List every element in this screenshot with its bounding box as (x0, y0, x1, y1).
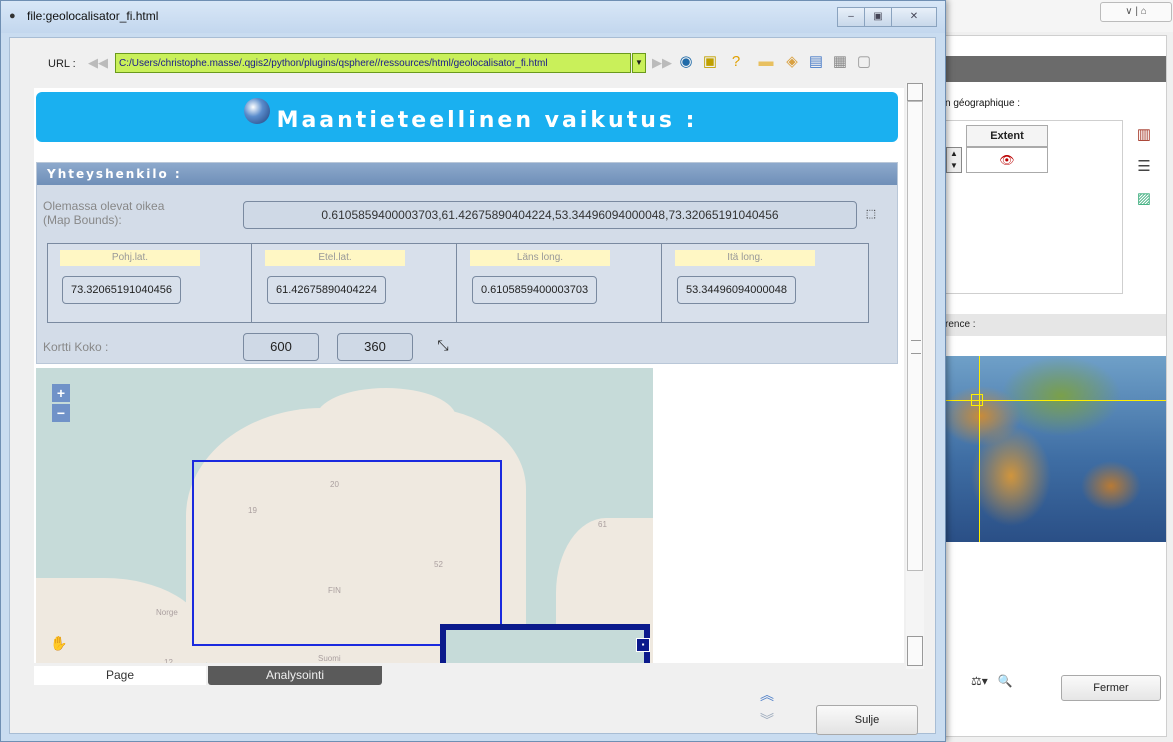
background-window-topbar: ∨ | ⌂ (930, 0, 1173, 32)
background-window: ∨ | ⌂ n géographique : ▲ ▼ Extent 👁 ▥ ☰ ▨… (930, 0, 1173, 742)
reference-label: rence : (941, 314, 1166, 336)
coord-header: Etel.lat. (265, 250, 405, 266)
open-folder-eye-icon[interactable]: ◈ (782, 52, 802, 72)
url-toolbar: URL : ◀◀ C:/Users/christophe.masse/.qgis… (10, 38, 935, 88)
overview-toggle-button[interactable]: ▪ (636, 638, 650, 652)
coord-east: Itä long. 53.34496094000048 (663, 244, 867, 322)
globe-icon (244, 98, 270, 124)
map-width-field[interactable]: 600 (243, 333, 319, 361)
page-scrollbar[interactable] (906, 83, 924, 669)
bounds-rectangle[interactable] (192, 460, 502, 646)
resize-icon[interactable]: ⤡ (433, 335, 453, 355)
reference-world-map[interactable] (941, 356, 1166, 542)
scale-icon[interactable]: ⚖▾ (971, 674, 988, 688)
coord-header: Läns long. (470, 250, 610, 266)
export-icon[interactable]: ▦ (830, 52, 850, 72)
scroll-down-button[interactable] (907, 636, 923, 666)
bounds-label-line2: (Map Bounds): (43, 213, 122, 227)
coord-value[interactable]: 61.42675890404224 (267, 276, 386, 304)
title-bar[interactable]: ● file:geolocalisator_fi.html – ▣ ✕ (1, 1, 945, 33)
window-title: file:geolocalisator_fi.html (27, 9, 159, 23)
zoom-in-button[interactable]: + (52, 384, 70, 402)
search-icon[interactable]: 🔍 (998, 674, 1013, 688)
eye-icon[interactable]: 👁 (966, 147, 1048, 173)
url-label: URL : (48, 58, 76, 70)
select-extent-icon[interactable]: ⬚ (861, 203, 881, 225)
print-icon[interactable]: ▤ (806, 52, 826, 72)
maximize-button[interactable]: ▣ (864, 7, 892, 27)
minimize-button[interactable]: – (837, 7, 865, 27)
bounds-label-line1: Olemassa olevat oikea (43, 199, 165, 213)
help-icon[interactable]: ? (726, 52, 746, 72)
main-window: ● file:geolocalisator_fi.html – ▣ ✕ URL … (0, 0, 946, 742)
window-client: URL : ◀◀ C:/Users/christophe.masse/.qgis… (9, 37, 936, 735)
map-size-label: Kortti Koko : (43, 340, 109, 354)
extent-table: ▲ ▼ Extent 👁 (941, 120, 1123, 294)
coord-west: Läns long. 0.6105859400003703 (458, 244, 662, 322)
eye-icon: ● (9, 10, 16, 22)
folder-icon[interactable]: ▬ (756, 52, 776, 72)
section-title: Yhteyshenkilo : (37, 163, 897, 185)
save-icon[interactable]: ▢ (854, 52, 874, 72)
scale-and-search-tools[interactable]: ⚖▾ 🔍 (971, 674, 1013, 688)
map-label: 61 (598, 520, 607, 529)
page-banner: Maantieteellinen vaikutus : (36, 92, 898, 142)
home-icon[interactable]: ▣ (700, 52, 720, 72)
coords-table: Pohj.lat. 73.32065191040456 Etel.lat. 61… (47, 243, 869, 323)
map-crosshair-vertical (979, 356, 980, 542)
tab-analysointi[interactable]: Analysointi (208, 666, 382, 685)
map-label: Suomi (318, 654, 341, 663)
close-dialog-button[interactable]: Sulje (816, 705, 918, 735)
banner-title: Maantieteellinen vaikutus : (276, 108, 698, 133)
zoom-out-button[interactable]: − (52, 404, 70, 422)
geographic-section-label: n géographique : (945, 98, 1021, 109)
url-input[interactable]: C:/Users/christophe.masse/.qgis2/python/… (115, 53, 631, 73)
coord-north: Pohj.lat. 73.32065191040456 (48, 244, 252, 322)
html-page: Maantieteellinen vaikutus : Yhteyshenkil… (34, 88, 904, 663)
scroll-up-button[interactable] (907, 83, 923, 101)
coord-value[interactable]: 0.6105859400003703 (472, 276, 598, 304)
url-dropdown[interactable]: ▼ (632, 53, 646, 73)
map-bounds-field[interactable]: 0.6105859400003703,61.42675890404224,53.… (243, 201, 857, 229)
overview-map[interactable] (440, 624, 650, 663)
forward-arrow-icon[interactable]: ▶▶ (652, 55, 672, 71)
coord-south: Etel.lat. 61.42675890404224 (253, 244, 457, 322)
coord-value[interactable]: 53.34496094000048 (677, 276, 796, 304)
map-crosshair-box (971, 394, 983, 406)
coord-value[interactable]: 73.32065191040456 (62, 276, 181, 304)
coord-header: Itä long. (675, 250, 815, 266)
extent-column-header[interactable]: Extent (966, 125, 1048, 147)
bounds-label: Olemassa olevat oikea (Map Bounds): (43, 199, 164, 227)
refresh-eye-icon[interactable]: ◉ (676, 52, 696, 72)
map-view[interactable]: + − 20 19 52 61 FIN Norge Suomi 12 ▪ ✋ (36, 368, 653, 663)
map-height-field[interactable]: 360 (337, 333, 413, 361)
background-dark-toolbar (941, 56, 1166, 82)
back-arrow-icon[interactable]: ◀◀ (88, 55, 108, 71)
list-menu-icon[interactable]: ☰ (1135, 158, 1153, 176)
map-label: 12 (164, 658, 173, 663)
tab-page[interactable]: Page (34, 666, 206, 685)
map-image-icon[interactable]: ▨ (1135, 190, 1153, 208)
scroll-thumb[interactable] (907, 101, 923, 571)
background-panel: n géographique : ▲ ▼ Extent 👁 ▥ ☰ ▨ rence… (940, 35, 1167, 737)
fermer-button[interactable]: Fermer (1061, 675, 1161, 701)
close-button[interactable]: ✕ (891, 7, 937, 27)
scroll-grip (911, 340, 921, 354)
map-size-row: Kortti Koko : 600 360 ⤡ (37, 327, 897, 363)
building-icon[interactable]: ▥ (1135, 126, 1153, 144)
chevron-down-icon[interactable]: ︾ (760, 710, 774, 730)
tab-bar: Page Analysointi (34, 666, 904, 686)
map-label: Norge (156, 608, 178, 617)
chevron-up-icon[interactable]: ︽ (760, 685, 774, 705)
coord-header: Pohj.lat. (60, 250, 200, 266)
contact-section: Yhteyshenkilo : Olemassa olevat oikea (M… (36, 162, 898, 364)
background-window-controls[interactable]: ∨ | ⌂ (1100, 2, 1172, 22)
hand-icon[interactable]: ✋ (50, 634, 68, 652)
row-spinner[interactable]: ▲ ▼ (946, 147, 962, 173)
land-north (316, 388, 456, 448)
